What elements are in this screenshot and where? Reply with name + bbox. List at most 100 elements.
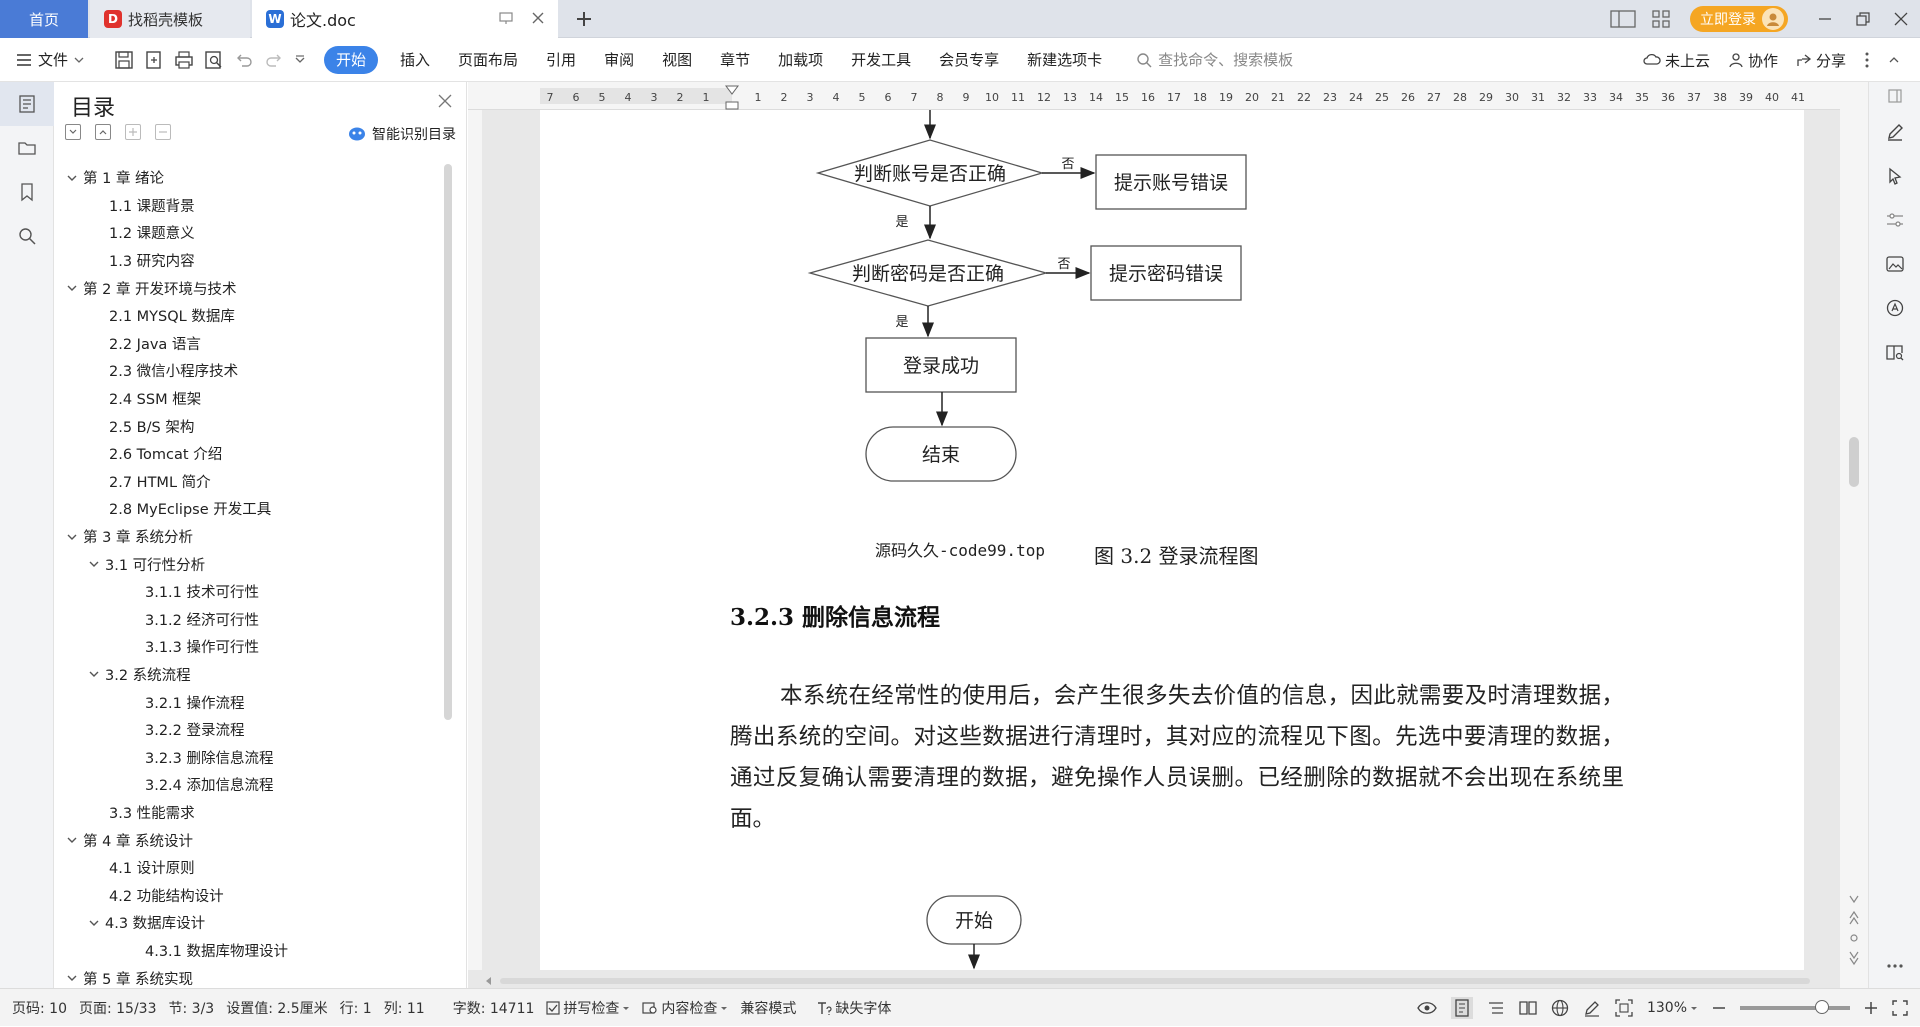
more-vertical-icon[interactable] [1864,51,1870,69]
status-words[interactable]: 字数: 14711 [453,998,535,1018]
chevron-down-icon[interactable] [65,282,79,294]
menu-start[interactable]: 开始 [324,45,379,74]
zoom-out-icon[interactable] [1712,1001,1726,1015]
toc-item[interactable]: 3.1.3 操作可行性 [55,633,447,661]
tab-home[interactable]: 首页 [0,0,88,38]
apps-grid-icon[interactable] [1642,0,1680,38]
menu-review[interactable]: 审阅 [590,45,648,75]
reader-tool-button[interactable] [1869,330,1920,374]
toc-item[interactable]: 3.3 性能需求 [55,799,447,827]
file-menu[interactable]: 文件 [0,49,110,70]
chevron-down-icon[interactable] [87,917,101,929]
chevron-down-icon[interactable] [65,834,79,846]
toc-item[interactable]: 3.2 系统流程 [55,661,447,689]
toc-item[interactable]: 3.2.4 添加信息流程 [55,771,447,799]
eye-protection-icon[interactable] [1417,1001,1437,1015]
layout-icon[interactable] [1604,0,1642,38]
vertical-scrollbar[interactable] [1840,82,1868,988]
toc-item[interactable]: 第 4 章 系统设计 [55,826,447,854]
menu-references[interactable]: 引用 [532,45,590,75]
toc-item[interactable]: 2.6 Tomcat 介绍 [55,440,447,468]
toc-item[interactable]: 2.5 B/S 架构 [55,412,447,440]
toc-panel-button[interactable] [0,82,54,126]
page-view-icon[interactable] [1450,997,1473,1019]
settings-tool-button[interactable] [1869,198,1920,242]
toc-item[interactable]: 4.1 设计原则 [55,854,447,882]
pin-icon[interactable] [498,10,514,26]
chevron-down-icon[interactable] [87,558,101,570]
tab-template[interactable]: D 找稻壳模板 [90,0,250,38]
edit-tool-button[interactable] [1869,110,1920,154]
toc-item[interactable]: 4.3 数据库设计 [55,909,447,937]
smart-toc-button[interactable]: 智能识别目录 [348,124,456,144]
command-search[interactable]: 查找命令、搜索模板 [1136,49,1293,70]
cloud-status[interactable]: 未上云 [1643,50,1710,71]
fit-window-icon[interactable] [1615,999,1633,1017]
ai-tool-button[interactable] [1869,286,1920,330]
document-page[interactable]: 判断账号是否正确 否 提示账号错误 是 判断密码是否正确 否 提示密码错误 是 … [540,110,1804,970]
expand-all-icon[interactable] [65,124,81,140]
menu-member[interactable]: 会员专享 [925,45,1013,75]
chevron-down-icon[interactable] [65,172,79,184]
print-preview-icon[interactable] [204,50,224,70]
print-icon[interactable] [174,50,194,70]
horizontal-ruler[interactable]: 7 6 5 4 3 2 1 1 2 3 4 5 6 7 8 9 10 11 12 13 14 15 16 17 18 19 20 21… [468,82,1868,110]
web-view-icon[interactable] [1551,999,1569,1017]
export-icon[interactable] [144,50,164,70]
collapse-all-icon[interactable] [95,124,111,140]
redo-icon[interactable] [264,50,284,70]
zoom-slider-knob[interactable] [1814,1000,1829,1014]
toc-item[interactable]: 1.2 课题意义 [55,219,447,247]
add-heading-icon[interactable] [125,124,141,140]
spell-check-button[interactable]: 拼写检查 [546,998,630,1018]
share-button[interactable]: 分享 [1796,50,1846,71]
toc-item[interactable]: 2.2 Java 语言 [55,330,447,358]
menu-chapter[interactable]: 章节 [706,45,764,75]
horizontal-scrollbar[interactable] [484,976,1854,986]
collab-button[interactable]: 协作 [1728,50,1778,71]
close-icon[interactable] [438,94,452,108]
restore-icon[interactable] [1844,0,1882,38]
collapse-ribbon-icon[interactable] [1888,54,1900,66]
toc-item[interactable]: 2.8 MyEclipse 开发工具 [55,495,447,523]
menu-new-tab[interactable]: 新建选项卡 [1013,45,1116,75]
zoom-level[interactable]: 130% [1647,1000,1698,1016]
fullscreen-icon[interactable] [1892,1000,1908,1016]
chevron-down-icon[interactable] [87,668,101,680]
toc-item[interactable]: 第 1 章 绪论 [55,164,447,192]
image-tool-button[interactable] [1869,242,1920,286]
toc-item[interactable]: 4.2 功能结构设计 [55,881,447,909]
chevron-down-icon[interactable] [65,531,79,543]
find-button[interactable] [0,214,54,258]
chevron-down-icon[interactable] [65,972,79,984]
toc-item[interactable]: 3.1.1 技术可行性 [55,578,447,606]
menu-addins[interactable]: 加载项 [764,45,837,75]
zoom-slider[interactable] [1740,1000,1850,1014]
new-tab-icon[interactable] [572,7,596,31]
toc-item[interactable]: 3.2.2 登录流程 [55,716,447,744]
zoom-in-icon[interactable] [1864,1001,1878,1015]
reading-view-icon[interactable] [1519,999,1537,1017]
toc-item[interactable]: 3.2.1 操作流程 [55,688,447,716]
toc-scrollbar[interactable] [444,164,452,720]
undo-icon[interactable] [234,50,254,70]
nav-pane-button[interactable] [0,126,54,170]
vertical-ruler[interactable] [468,110,482,970]
expand-panel-button[interactable] [1869,82,1920,110]
more-tools-button[interactable] [1869,944,1920,988]
menu-developer[interactable]: 开发工具 [837,45,925,75]
login-button[interactable]: 立即登录 [1690,6,1788,32]
customize-quickbar-icon[interactable] [294,54,306,66]
menu-page-layout[interactable]: 页面布局 [444,45,532,75]
toc-item[interactable]: 2.3 微信小程序技术 [55,357,447,385]
close-window-icon[interactable] [1882,0,1920,38]
toc-item[interactable]: 4.3.1 数据库物理设计 [55,937,447,965]
toc-item[interactable]: 3.1.2 经济可行性 [55,606,447,634]
toc-item[interactable]: 1.3 研究内容 [55,247,447,275]
missing-font-button[interactable]: 缺失字体 [816,998,891,1018]
save-icon[interactable] [114,50,134,70]
close-tab-icon[interactable] [530,10,546,26]
toc-item[interactable]: 3.1 可行性分析 [55,550,447,578]
toc-item[interactable]: 2.4 SSM 框架 [55,385,447,413]
menu-insert[interactable]: 插入 [386,45,444,75]
